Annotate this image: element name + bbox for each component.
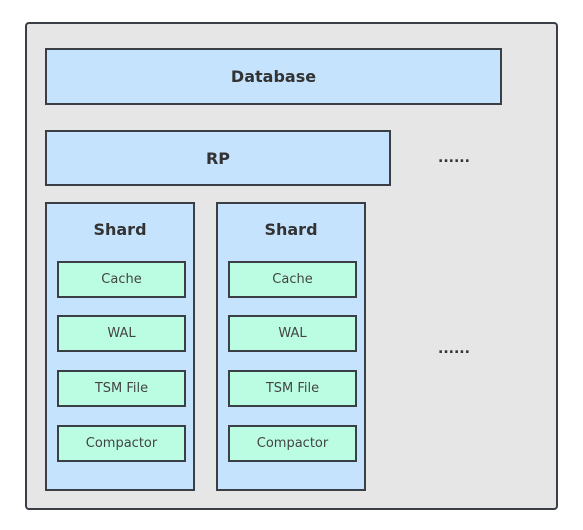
rp-label: RP bbox=[205, 148, 231, 168]
wal-box: WAL bbox=[57, 315, 186, 352]
rp-box: RP bbox=[45, 130, 391, 186]
component-label: WAL bbox=[107, 326, 136, 341]
component-label: TSM File bbox=[265, 381, 320, 396]
shard-box: Shard Cache WAL TSM File Compactor bbox=[45, 202, 195, 491]
database-box: Database bbox=[45, 48, 502, 105]
component-label: TSM File bbox=[94, 381, 149, 396]
cache-box: Cache bbox=[228, 261, 357, 298]
tsm-file-box: TSM File bbox=[57, 370, 186, 407]
cache-box: Cache bbox=[57, 261, 186, 298]
component-label: WAL bbox=[278, 326, 307, 341]
rp-ellipsis: ...... bbox=[438, 150, 470, 166]
shard-ellipsis: ...... bbox=[438, 341, 470, 357]
shard-title: Shard bbox=[264, 220, 318, 239]
component-label: Cache bbox=[101, 272, 142, 287]
compactor-box: Compactor bbox=[57, 425, 186, 462]
component-label: Cache bbox=[272, 272, 313, 287]
shard-box: Shard Cache WAL TSM File Compactor bbox=[216, 202, 366, 491]
database-label: Database bbox=[230, 67, 317, 86]
compactor-box: Compactor bbox=[228, 425, 357, 462]
wal-box: WAL bbox=[228, 315, 357, 352]
component-label: Compactor bbox=[85, 436, 158, 451]
component-label: Compactor bbox=[256, 436, 329, 451]
shard-title: Shard bbox=[93, 220, 147, 239]
tsm-file-box: TSM File bbox=[228, 370, 357, 407]
